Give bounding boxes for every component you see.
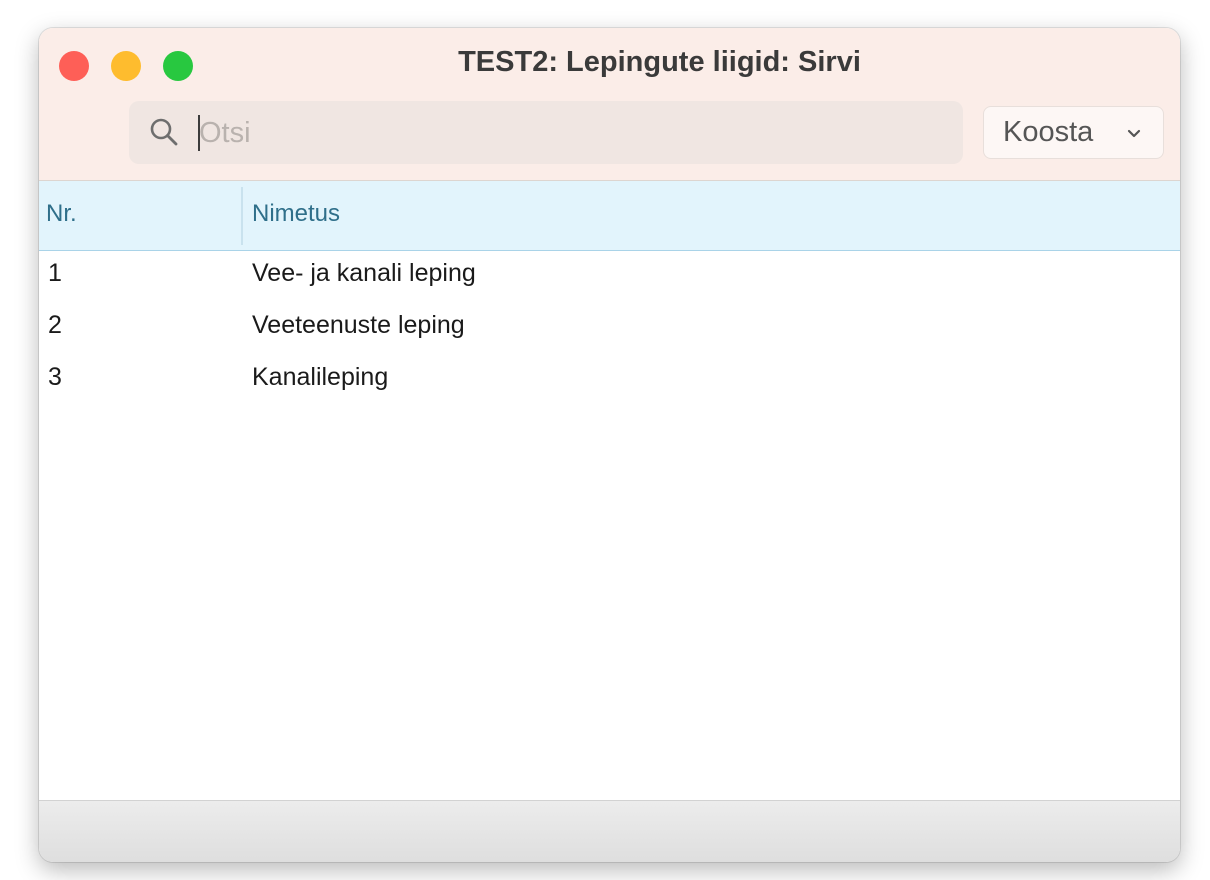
table-header: Nr. Nimetus (39, 181, 1180, 251)
text-cursor (198, 115, 200, 151)
row-nr-cell: 1 (48, 259, 62, 287)
column-header-nr[interactable]: Nr. (46, 200, 77, 228)
koosta-button[interactable]: Koosta (983, 106, 1164, 159)
search-input[interactable] (199, 111, 939, 155)
row-name-cell: Veeteenuste leping (252, 311, 465, 339)
koosta-label: Koosta (1003, 116, 1094, 148)
page: TEST2: Lepingute liigid: Sirvi Koosta (0, 0, 1210, 880)
row-nr-cell: 2 (48, 311, 62, 339)
browse-window: TEST2: Lepingute liigid: Sirvi Koosta (39, 28, 1180, 862)
search-icon (149, 117, 179, 147)
search-field[interactable] (129, 101, 963, 164)
table-row[interactable]: 2 Veeteenuste leping (39, 303, 1180, 355)
row-name-cell: Vee- ja kanali leping (252, 259, 476, 287)
row-nr-cell: 3 (48, 363, 62, 391)
table-row[interactable]: 3 Kanalileping (39, 355, 1180, 407)
row-name-cell: Kanalileping (252, 363, 389, 391)
table-body: 1 Vee- ja kanali leping 2 Veeteenuste le… (39, 251, 1180, 407)
window-footer (39, 800, 1180, 862)
table-row[interactable]: 1 Vee- ja kanali leping (39, 251, 1180, 303)
title-bar[interactable]: TEST2: Lepingute liigid: Sirvi Koosta (39, 28, 1180, 181)
window-title: TEST2: Lepingute liigid: Sirvi (458, 46, 861, 78)
column-divider[interactable] (241, 187, 243, 245)
chevron-down-icon (1126, 127, 1142, 141)
column-header-nimetus[interactable]: Nimetus (252, 200, 340, 228)
